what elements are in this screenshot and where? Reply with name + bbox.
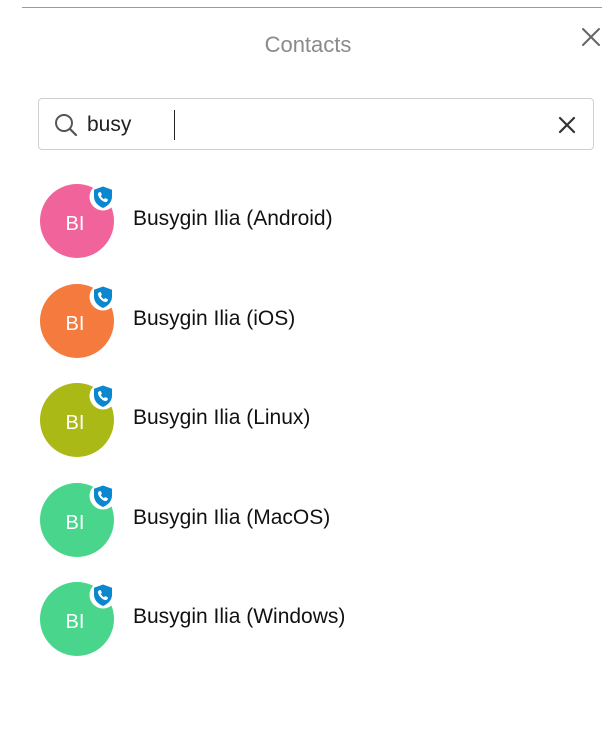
secure-call-shield-icon [89,283,117,310]
contact-list-item[interactable]: BI Busygin Ilia (iOS) [0,283,616,384]
close-button[interactable] [578,24,604,50]
secure-call-shield-icon [89,382,117,410]
avatar-initials: BI [65,213,85,235]
dialog-title: Contacts [264,32,352,57]
contact-name: Busygin Ilia (iOS) [133,306,296,330]
avatar-initials: BI [65,511,85,534]
close-icon [582,28,600,46]
contact-name: Busygin Ilia (Android) [133,207,333,230]
search-icon [55,114,78,137]
contact-name: Busygin Ilia (MacOS) [133,505,331,529]
contact-list-item[interactable]: BI Busygin Ilia (Android) [0,183,616,284]
contact-name: Busygin Ilia (Linux) [133,406,311,429]
previous-window-edge [0,0,616,10]
window-edge-line [22,7,602,8]
secure-call-shield-icon [89,581,117,609]
clear-icon [558,116,576,134]
contact-list-item[interactable]: BI Busygin Ilia (Windows) [0,581,616,682]
text-caret [174,110,175,140]
secure-call-shield-icon [89,482,117,509]
contact-list-item[interactable]: BI Busygin Ilia (MacOS) [0,482,616,583]
contact-list: BI Busygin Ilia (Android) BI Busygin Ili… [0,183,616,682]
clear-search-button[interactable] [555,113,579,137]
search-box[interactable] [38,98,594,150]
avatar-initials: BI [65,312,85,335]
contact-name: Busygin Ilia (Windows) [133,605,346,628]
avatar-initials: BI [65,611,85,633]
secure-call-shield-icon [89,183,117,211]
avatar-initials: BI [65,412,85,434]
contact-list-item[interactable]: BI Busygin Ilia (Linux) [0,382,616,483]
search-input[interactable] [87,107,527,143]
